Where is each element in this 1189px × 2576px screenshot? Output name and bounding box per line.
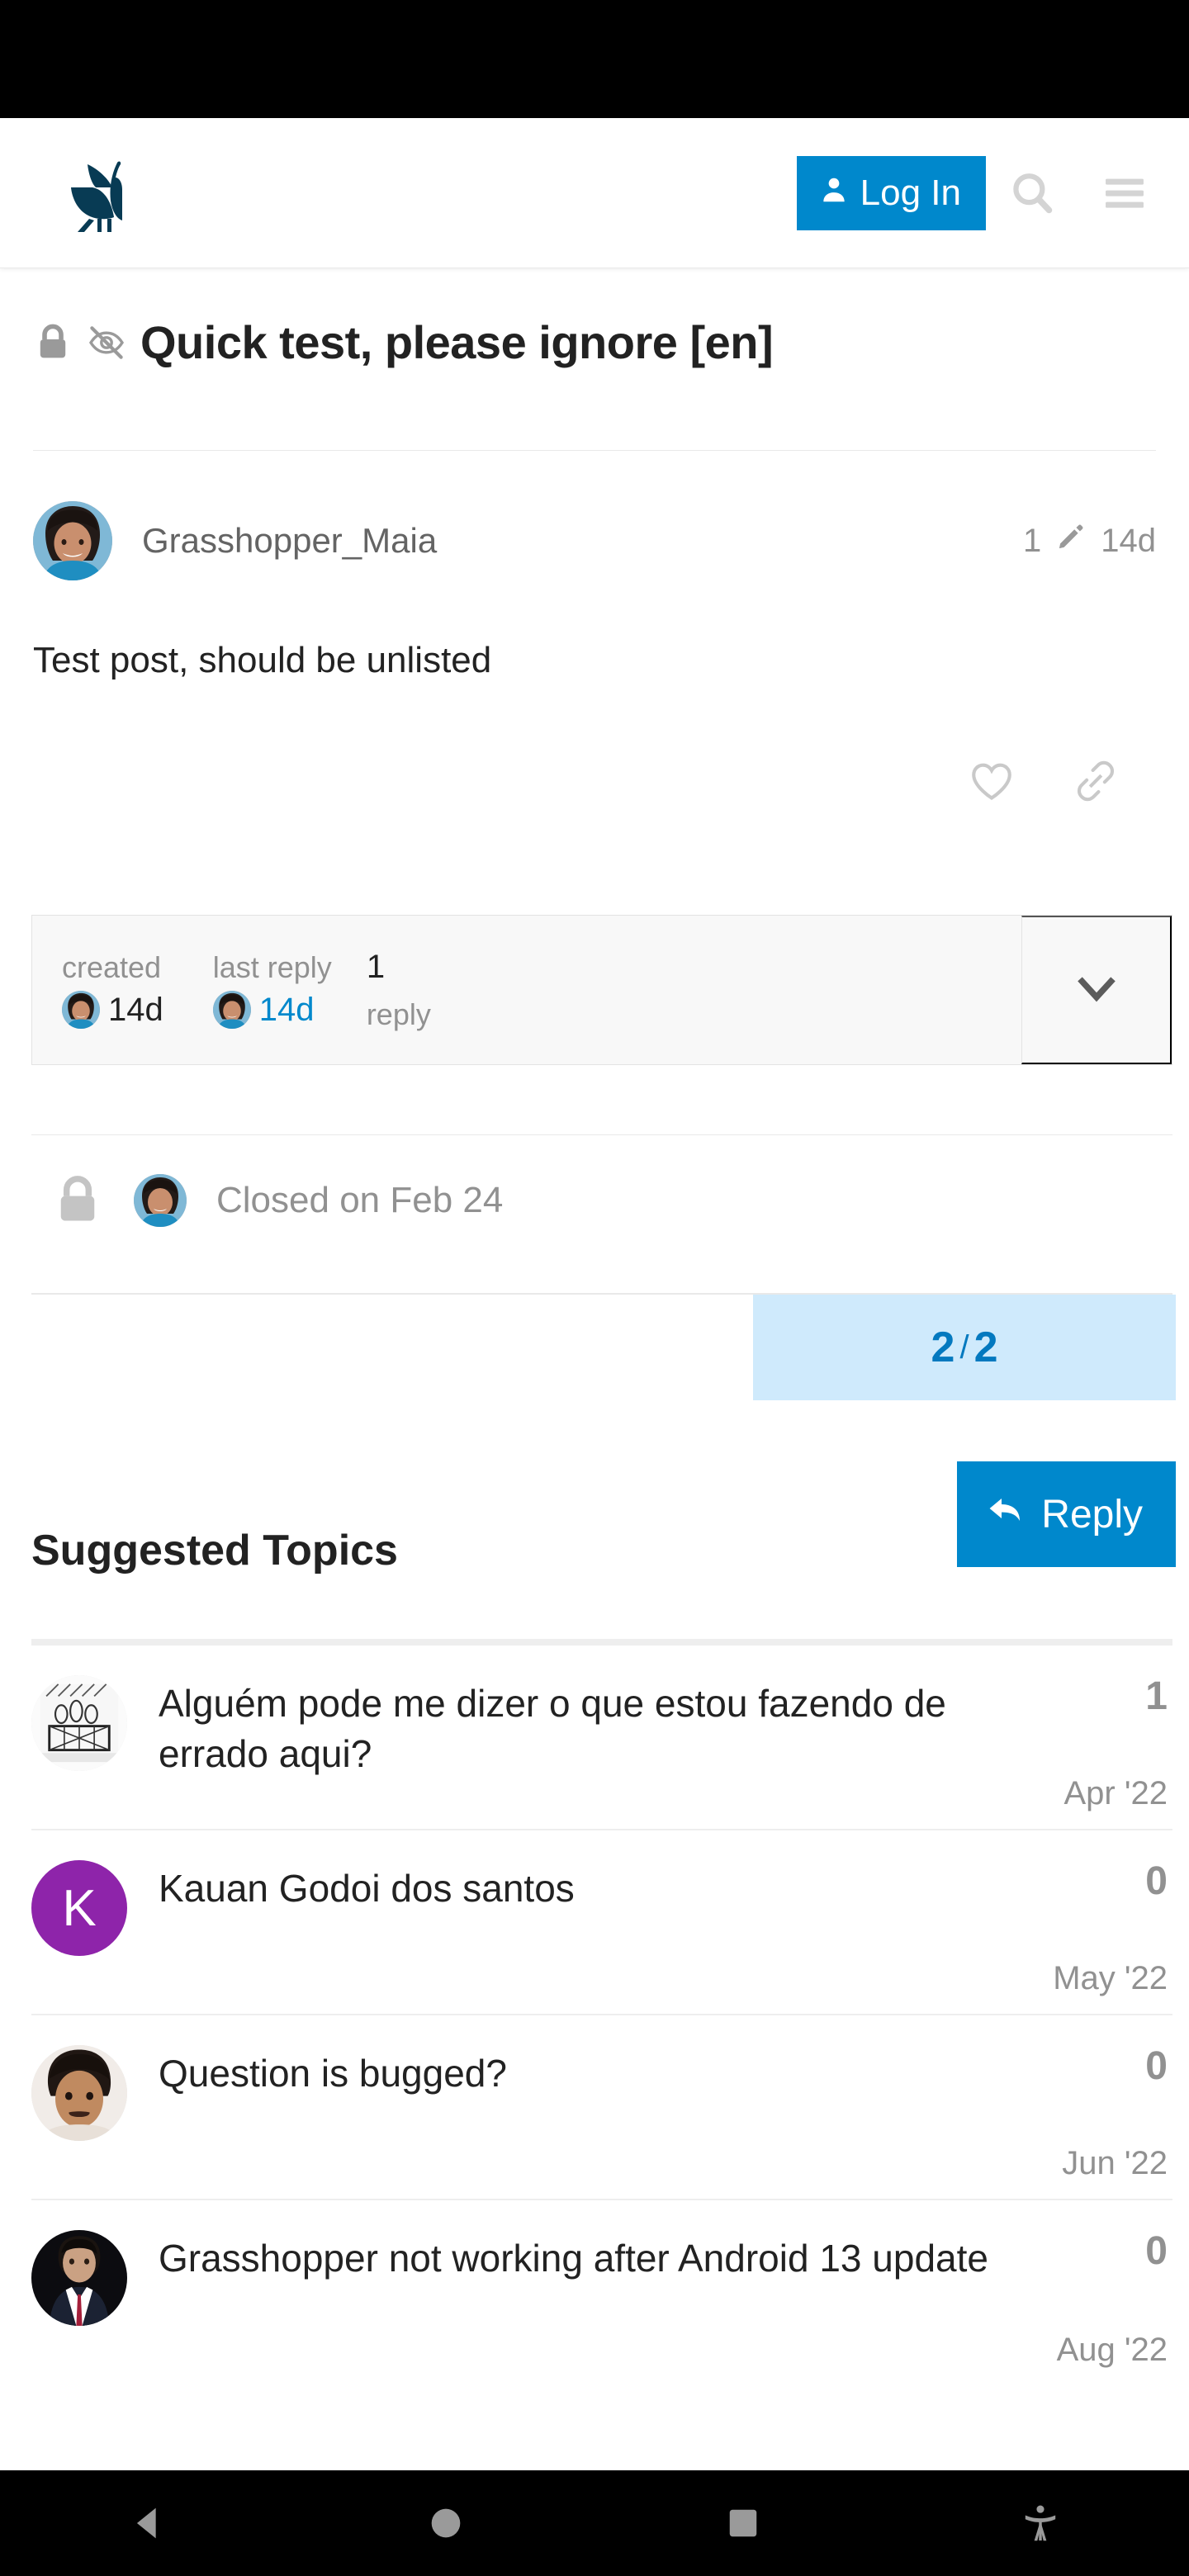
hamburger-menu-icon[interactable] <box>1078 147 1171 239</box>
avatar <box>31 2045 127 2141</box>
closed-notice: Closed on Feb 24 <box>0 1134 1189 1267</box>
reply-button-label: Reply <box>1041 1492 1143 1537</box>
avatar: K <box>31 1860 127 1956</box>
created-date: 14d <box>108 991 163 1028</box>
last-reply-label: last reply <box>212 950 332 985</box>
grasshopper-logo[interactable] <box>56 153 149 234</box>
reply-button[interactable]: Reply <box>957 1461 1176 1567</box>
log-in-button[interactable]: Log In <box>796 155 986 230</box>
list-item-date: Apr '22 <box>1063 1775 1168 1811</box>
post-author-name[interactable]: Grasshopper_Maia <box>142 521 437 561</box>
heart-icon[interactable] <box>963 752 1021 810</box>
page-title: Quick test, please ignore [en] <box>33 316 1156 369</box>
progress-total: 2 <box>973 1324 998 1371</box>
android-status-bar <box>0 0 1189 118</box>
topic-map-replies: 1 reply <box>367 949 431 1032</box>
topic-map-last-reply: last reply 14d <box>212 950 332 1029</box>
list-item[interactable]: K Kauan Godoi dos santos 0 May '22 <box>31 1830 1172 2015</box>
pencil-icon[interactable] <box>1056 522 1086 560</box>
list-item-date: May '22 <box>1053 1960 1168 1996</box>
list-item-title[interactable]: Grasshopper not working after Android 13… <box>159 2230 1172 2284</box>
list-item-reply-count: 0 <box>1145 2044 1168 2088</box>
list-item[interactable]: Grasshopper not working after Android 13… <box>31 2200 1172 2385</box>
lock-icon <box>33 323 73 362</box>
topic-title-text: Quick test, please ignore [en] <box>140 316 774 368</box>
recents-square-icon[interactable] <box>594 2470 892 2576</box>
back-triangle-icon[interactable] <box>0 2470 297 2576</box>
avatar <box>212 990 251 1029</box>
list-item-date: Aug '22 <box>1056 2332 1168 2368</box>
chevron-down-icon <box>1073 966 1120 1015</box>
reply-arrow-icon <box>985 1489 1025 1539</box>
avatar <box>31 2230 127 2326</box>
topic-title-section: Quick test, please ignore [en] <box>0 268 1189 369</box>
created-label: created <box>62 950 162 985</box>
progress-separator: / <box>959 1328 969 1366</box>
avatar[interactable] <box>134 1174 187 1227</box>
edit-count: 1 <box>1023 522 1042 559</box>
link-icon[interactable] <box>1067 752 1125 810</box>
post-actions <box>33 752 1156 810</box>
log-in-label: Log In <box>860 172 961 213</box>
avatar[interactable] <box>33 501 112 580</box>
last-reply-date[interactable]: 14d <box>259 992 315 1028</box>
suggested-list-top-divider <box>31 1639 1172 1646</box>
list-item-reply-count: 1 <box>1145 1674 1168 1718</box>
last-reply-value-wrap[interactable]: 14d <box>212 990 332 1029</box>
post-meta-right: 1 14d <box>1023 522 1156 560</box>
topic-map: created 14d last reply 14d 1 reply <box>31 915 1172 1065</box>
post-body-text: Test post, should be unlisted <box>33 640 492 680</box>
list-item[interactable]: Alguém pode me dizer o que estou fazendo… <box>31 1646 1172 1830</box>
accessibility-icon[interactable] <box>892 2470 1189 2576</box>
search-icon[interactable] <box>986 147 1078 239</box>
avatar <box>31 1675 127 1771</box>
avatar <box>62 990 100 1029</box>
avatar-initial: K <box>62 1879 97 1937</box>
eye-slash-icon <box>87 323 126 362</box>
topic-map-expand-button[interactable] <box>1021 916 1172 1064</box>
header-actions: Log In <box>796 147 1189 239</box>
post-date[interactable]: 14d <box>1101 523 1156 560</box>
list-item[interactable]: Question is bugged? 0 Jun '22 <box>31 2015 1172 2200</box>
user-icon <box>818 174 850 212</box>
post-meta: Grasshopper_Maia 1 14d <box>33 493 1156 589</box>
progress-current: 2 <box>931 1324 955 1371</box>
list-item-reply-count: 0 <box>1145 1859 1168 1903</box>
suggested-topics-list: Alguém pode me dizer o que estou fazendo… <box>31 1639 1172 2385</box>
home-circle-icon[interactable] <box>297 2470 594 2576</box>
list-item-date: Jun '22 <box>1062 2145 1168 2181</box>
android-nav-bar <box>0 2470 1189 2576</box>
reply-count: 1 <box>366 948 386 985</box>
topic-progress[interactable]: 2 / 2 <box>753 1295 1176 1400</box>
site-header: Log In <box>0 118 1189 268</box>
closed-notice-text: Closed on Feb 24 <box>216 1180 504 1220</box>
suggested-topics-heading: Suggested Topics <box>31 1527 398 1574</box>
topic-map-created: created 14d <box>62 951 163 1029</box>
topic-map-stats: created 14d last reply 14d 1 reply <box>32 916 1021 1064</box>
list-item-title[interactable]: Question is bugged? <box>159 2045 1172 2099</box>
list-item-title[interactable]: Kauan Godoi dos santos <box>159 1860 1172 1914</box>
list-item-title[interactable]: Alguém pode me dizer o que estou fazendo… <box>159 1675 1172 1778</box>
created-value-wrap: 14d <box>62 990 163 1029</box>
phone-screen: Log In Quick test, please ignore [en] Gr… <box>0 0 1189 2576</box>
first-post: Grasshopper_Maia 1 14d Test post, should… <box>0 450 1189 810</box>
lock-icon <box>51 1174 104 1227</box>
reply-word: reply <box>366 997 431 1031</box>
list-item-reply-count: 0 <box>1145 2229 1168 2273</box>
